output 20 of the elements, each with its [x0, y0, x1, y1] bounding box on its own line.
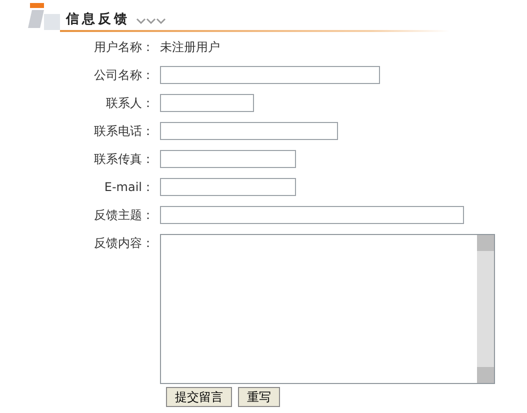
field-label: 联系传真：	[93, 151, 155, 168]
message-textarea[interactable]	[160, 234, 495, 384]
input-field[interactable]	[160, 66, 380, 84]
input-field[interactable]	[160, 178, 296, 196]
submit-button[interactable]: 提交留言	[166, 387, 232, 407]
field-label: 联系电话：	[93, 123, 155, 140]
section-title: 信息反馈	[66, 11, 130, 29]
user-name-value: 未注册用户	[160, 39, 220, 56]
reset-button[interactable]: 重写	[238, 387, 280, 407]
field-label: 反馈主题：	[93, 207, 155, 224]
field-label: E-mail：	[103, 179, 155, 196]
field-label: 公司名称：	[93, 67, 155, 84]
input-field[interactable]	[160, 206, 464, 224]
input-field[interactable]	[160, 94, 254, 112]
scrollbar[interactable]	[477, 235, 494, 383]
field-label: 反馈内容：	[93, 235, 155, 252]
field-label: 联系人：	[105, 95, 155, 112]
input-field[interactable]	[160, 150, 296, 168]
field-label: 用户名称：	[93, 39, 155, 56]
input-field[interactable]	[160, 122, 338, 140]
